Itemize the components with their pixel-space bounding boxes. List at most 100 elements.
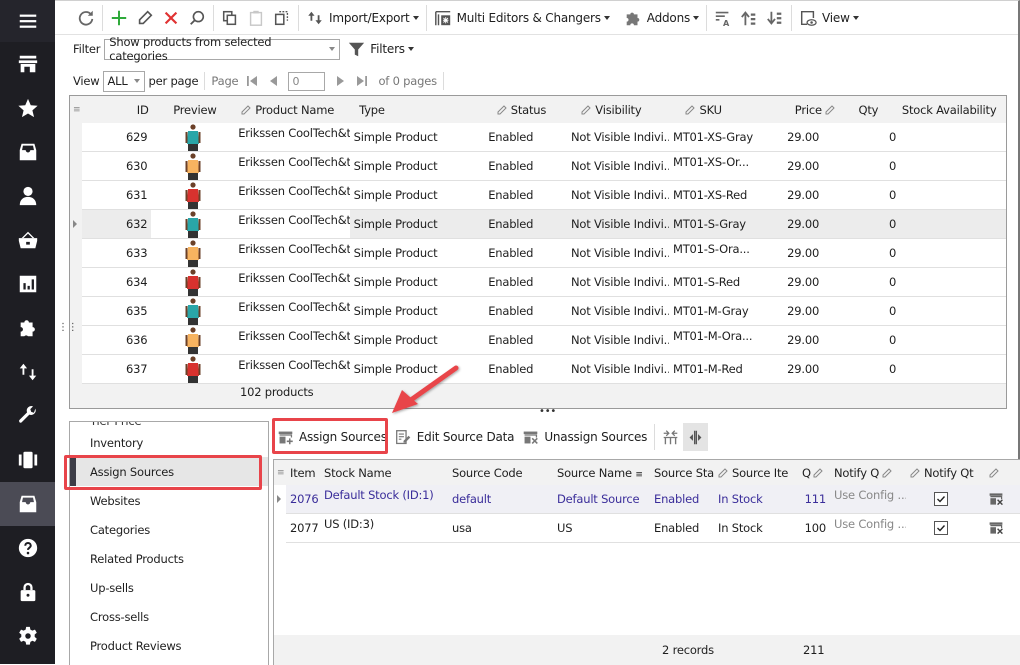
source-qty[interactable]: 111 bbox=[798, 492, 830, 506]
product-row[interactable]: 635 Erikssen CoolTech&t... Simple Product E… bbox=[82, 297, 1006, 326]
col-actions[interactable] bbox=[976, 467, 1016, 478]
sidebar-item-inventory[interactable] bbox=[0, 482, 55, 526]
unassign-row-button[interactable] bbox=[976, 520, 1016, 536]
col-source-code[interactable]: Source Code bbox=[448, 466, 553, 480]
col-source-name[interactable]: Source Name ≡ bbox=[553, 466, 650, 480]
tab-websites[interactable]: Websites bbox=[70, 486, 268, 515]
sidebar-menu-button[interactable] bbox=[0, 0, 55, 42]
filter-select[interactable]: Show products from selected categories bbox=[104, 35, 341, 63]
notify-use-config-checkbox[interactable] bbox=[906, 521, 976, 535]
column-chooser-icon[interactable]: ≡ bbox=[70, 105, 82, 115]
column-chooser-icon[interactable]: ≡ bbox=[274, 468, 286, 478]
fit-columns-button[interactable] bbox=[658, 423, 683, 451]
unassign-row-button[interactable] bbox=[976, 491, 1016, 507]
per-page-select[interactable]: ALL bbox=[102, 70, 145, 92]
col-product-name[interactable]: Product Name bbox=[237, 103, 355, 117]
tab-categories[interactable]: Categories bbox=[70, 515, 268, 544]
checkbox[interactable] bbox=[934, 521, 948, 535]
product-row[interactable]: 634 Erikssen CoolTech&t... Simple Product E… bbox=[82, 268, 1006, 297]
sidebar-item-catalog[interactable] bbox=[0, 130, 55, 174]
sidebar-item-import-export[interactable] bbox=[0, 350, 55, 394]
sidebar-item-orders[interactable] bbox=[0, 218, 55, 262]
notify-use-config-checkbox[interactable] bbox=[906, 492, 976, 506]
source-notify-qty[interactable]: Use Config ... bbox=[830, 514, 906, 531]
tab-related-products[interactable]: Related Products bbox=[70, 544, 268, 573]
col-item[interactable]: Item bbox=[286, 466, 320, 480]
refresh-button[interactable] bbox=[73, 4, 99, 32]
paste-button[interactable] bbox=[243, 4, 269, 32]
tab-tier-price[interactable]: Tier Price bbox=[70, 422, 268, 428]
col-preview[interactable]: Preview bbox=[153, 103, 238, 117]
col-status[interactable]: Status bbox=[493, 103, 578, 117]
source-row[interactable]: 2076 Default Stock (ID:1) default Default S… bbox=[277, 485, 1020, 514]
tab-assign-sources[interactable]: Assign Sources bbox=[70, 457, 268, 486]
multi-editors-button[interactable]: Multi Editors & Changers bbox=[430, 4, 614, 32]
product-name[interactable]: Erikssen CoolTech&t... bbox=[234, 152, 349, 169]
filters-button[interactable]: Filters bbox=[344, 35, 418, 63]
product-row[interactable]: 630 Erikssen CoolTech&t... Simple Product E… bbox=[82, 152, 1006, 181]
sidebar-item-addons[interactable] bbox=[0, 306, 55, 350]
sidebar-item-tools[interactable] bbox=[0, 394, 55, 438]
unassign-sources-button[interactable]: Unassign Sources bbox=[518, 423, 651, 451]
sidebar-item-store[interactable] bbox=[0, 42, 55, 86]
product-name[interactable]: Erikssen CoolTech&t... bbox=[234, 239, 349, 256]
tab-up-sells[interactable]: Up-sells bbox=[70, 573, 268, 602]
sidebar-item-favorites[interactable] bbox=[0, 86, 55, 130]
col-stock-name[interactable]: Stock Name bbox=[320, 466, 448, 480]
assign-sources-button[interactable]: Assign Sources bbox=[273, 423, 391, 451]
select-all-button[interactable] bbox=[269, 4, 295, 32]
page-input[interactable]: 0 bbox=[288, 71, 326, 91]
search-button[interactable] bbox=[184, 4, 210, 32]
product-name[interactable]: Erikssen CoolTech&t... bbox=[234, 297, 349, 314]
source-row[interactable]: 2077 US (ID:3) usa US Enabled In Stock 100 Use … bbox=[286, 514, 1020, 543]
product-name[interactable]: Erikssen CoolTech&t... bbox=[234, 181, 349, 198]
col-id[interactable]: ID bbox=[82, 103, 153, 117]
move-up-button[interactable] bbox=[736, 4, 762, 32]
col-notify-qty[interactable]: Notify Q bbox=[830, 466, 906, 480]
delete-button[interactable] bbox=[158, 4, 184, 32]
checkbox[interactable] bbox=[934, 492, 948, 506]
tab-cross-sells[interactable]: Cross-sells bbox=[70, 602, 268, 631]
sidebar-item-banners[interactable] bbox=[0, 438, 55, 482]
col-stock-availability[interactable]: Stock Availability bbox=[898, 103, 1006, 117]
tab-product-reviews[interactable]: Product Reviews bbox=[70, 631, 268, 660]
col-price[interactable]: Price bbox=[780, 103, 839, 117]
sidebar-item-reports[interactable] bbox=[0, 262, 55, 306]
product-row[interactable]: 631 Erikssen CoolTech&t... Simple Product E… bbox=[82, 181, 1006, 210]
col-notify-qty-use-config[interactable]: Notify Qt bbox=[906, 466, 976, 480]
sort-text-button[interactable]: A bbox=[710, 4, 736, 32]
next-page-icon[interactable] bbox=[334, 75, 346, 87]
col-visibility[interactable]: Visibility bbox=[577, 103, 681, 117]
col-qty[interactable]: Qty bbox=[839, 103, 898, 117]
sidebar-item-help[interactable] bbox=[0, 526, 55, 570]
product-name[interactable]: Erikssen CoolTech&t... bbox=[234, 326, 349, 343]
view-button[interactable]: View bbox=[795, 4, 863, 32]
product-row[interactable]: 629 Erikssen CoolTech&t... Simple Product E… bbox=[82, 123, 1006, 152]
vertical-splitter-handle[interactable]: ⋮⋮ bbox=[58, 323, 78, 333]
source-notify-qty[interactable]: Use Config ... bbox=[830, 485, 906, 502]
add-button[interactable] bbox=[106, 4, 132, 32]
col-qty[interactable]: Q bbox=[798, 466, 830, 480]
product-name[interactable]: Erikssen CoolTech&t... bbox=[234, 123, 349, 140]
product-name[interactable]: Erikssen CoolTech&t... bbox=[234, 355, 349, 372]
import-export-button[interactable]: Import/Export bbox=[302, 4, 423, 32]
source-stock-name[interactable]: US (ID:3) bbox=[320, 514, 448, 531]
addons-button[interactable]: Addons bbox=[620, 4, 703, 32]
col-source-item[interactable]: Source Ite bbox=[714, 466, 798, 480]
panel-splitter[interactable]: ••• bbox=[539, 406, 556, 417]
first-page-icon[interactable] bbox=[246, 75, 258, 87]
sidebar-item-customers[interactable] bbox=[0, 174, 55, 218]
source-qty[interactable]: 100 bbox=[798, 521, 830, 535]
product-row[interactable]: 633 Erikssen CoolTech&t... Simple Product E… bbox=[82, 239, 1006, 268]
move-down-button[interactable] bbox=[762, 4, 788, 32]
product-name[interactable]: Erikssen CoolTech&t... bbox=[234, 268, 349, 285]
copy-button[interactable] bbox=[217, 4, 243, 32]
product-name[interactable]: Erikssen CoolTech&t... bbox=[234, 210, 350, 238]
edit-source-data-button[interactable]: Edit Source Data bbox=[391, 423, 519, 451]
tab-inventory[interactable]: Inventory bbox=[70, 428, 268, 457]
sidebar-item-security[interactable] bbox=[0, 570, 55, 614]
split-view-button[interactable] bbox=[683, 423, 709, 451]
last-page-icon[interactable] bbox=[356, 75, 368, 87]
col-type[interactable]: Type bbox=[355, 103, 493, 117]
sidebar-item-settings[interactable] bbox=[0, 614, 55, 658]
